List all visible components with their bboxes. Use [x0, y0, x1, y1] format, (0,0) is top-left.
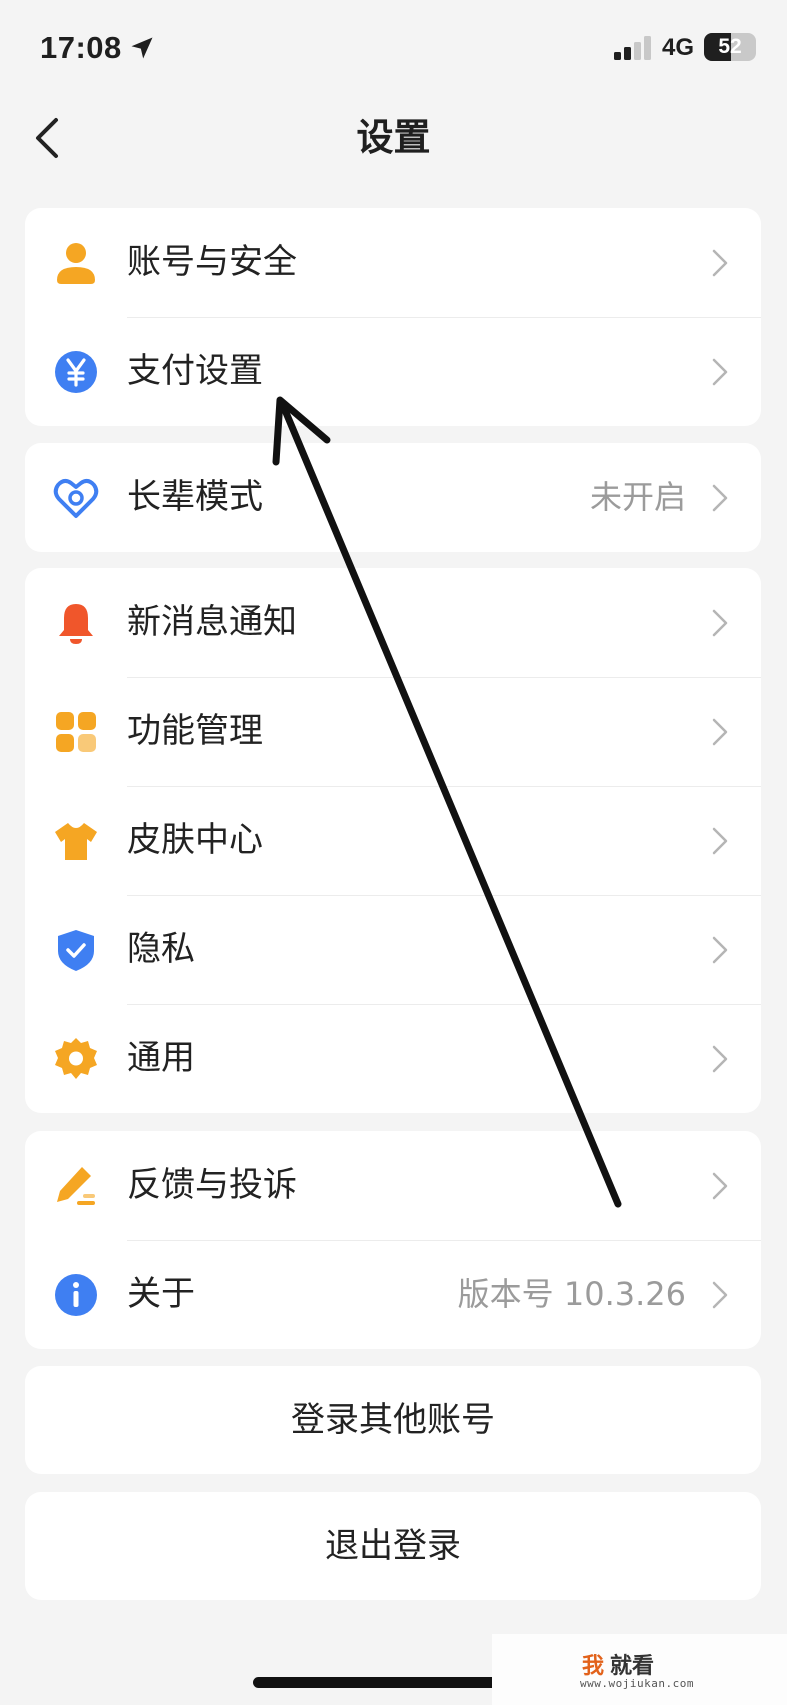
cellular-signal-icon [614, 36, 651, 60]
battery-icon: 52 [704, 33, 756, 61]
heart-icon [53, 478, 99, 518]
pencil-icon [57, 1167, 95, 1205]
grid-icon [56, 712, 96, 752]
switch-account-button[interactable]: 登录其他账号 [25, 1366, 761, 1474]
settings-row-feedback[interactable]: 反馈与投诉 [25, 1131, 761, 1240]
settings-row-general[interactable]: 通用 [25, 1004, 761, 1113]
chevron-right-icon [712, 358, 728, 386]
row-label: 皮肤中心 [127, 820, 263, 860]
row-label: 通用 [127, 1038, 195, 1078]
status-time: 17:08 [40, 30, 122, 65]
settings-group-general: 新消息通知 功能管理 皮肤中心 隐私 通用 [25, 568, 761, 1113]
settings-row-account-security[interactable]: 账号与安全 [25, 208, 761, 317]
settings-row-elder-mode[interactable]: 长辈模式 未开启 [25, 443, 761, 552]
row-label: 反馈与投诉 [127, 1165, 297, 1205]
settings-group-account: 账号与安全 支付设置 [25, 208, 761, 426]
settings-row-notifications[interactable]: 新消息通知 [25, 568, 761, 677]
settings-row-skins[interactable]: 皮肤中心 [25, 786, 761, 895]
chevron-right-icon [712, 249, 728, 277]
row-value: 未开启 [589, 478, 686, 516]
logout-button[interactable]: 退出登录 [25, 1492, 761, 1600]
user-icon [57, 243, 95, 284]
chevron-right-icon [712, 718, 728, 746]
shirt-icon [55, 823, 97, 860]
info-icon [55, 1274, 97, 1316]
chevron-right-icon [712, 484, 728, 512]
yuan-icon [55, 351, 97, 393]
row-value: 版本号 10.3.26 [457, 1275, 686, 1313]
row-label: 账号与安全 [127, 242, 297, 282]
chevron-right-icon [712, 936, 728, 964]
settings-row-payment[interactable]: 支付设置 [25, 317, 761, 426]
chevron-right-icon [712, 1172, 728, 1200]
shield-icon [58, 930, 94, 971]
settings-row-privacy[interactable]: 隐私 [25, 895, 761, 1004]
row-label: 隐私 [127, 929, 195, 969]
row-label: 关于 [127, 1274, 195, 1314]
watermark-url: www.wojiukan.com [580, 1677, 694, 1690]
chevron-right-icon [712, 1281, 728, 1309]
network-type: 4G [662, 34, 695, 61]
battery-percent: 52 [718, 35, 742, 58]
gear-icon [55, 1038, 97, 1079]
watermark-logo-text: 就看 [610, 1654, 655, 1679]
page-title: 设置 [356, 116, 431, 159]
chevron-right-icon [712, 827, 728, 855]
watermark: 我 就看 www.wojiukan.com [492, 1634, 787, 1705]
row-label: 新消息通知 [127, 602, 297, 642]
row-label: 长辈模式 [127, 477, 263, 517]
watermark-logo-char: 我 [582, 1654, 605, 1679]
row-label: 功能管理 [127, 711, 263, 751]
chevron-right-icon [712, 609, 728, 637]
status-bar: 17:08 4G 52 [0, 0, 787, 96]
settings-row-about[interactable]: 关于 版本号 10.3.26 [25, 1240, 761, 1349]
chevron-right-icon [712, 1045, 728, 1073]
bell-icon [59, 604, 93, 644]
settings-group-elder: 长辈模式 未开启 [25, 443, 761, 552]
row-label: 支付设置 [127, 351, 263, 391]
location-arrow-icon [131, 37, 153, 59]
settings-group-support: 反馈与投诉 关于 版本号 10.3.26 [25, 1131, 761, 1349]
settings-row-features[interactable]: 功能管理 [25, 677, 761, 786]
